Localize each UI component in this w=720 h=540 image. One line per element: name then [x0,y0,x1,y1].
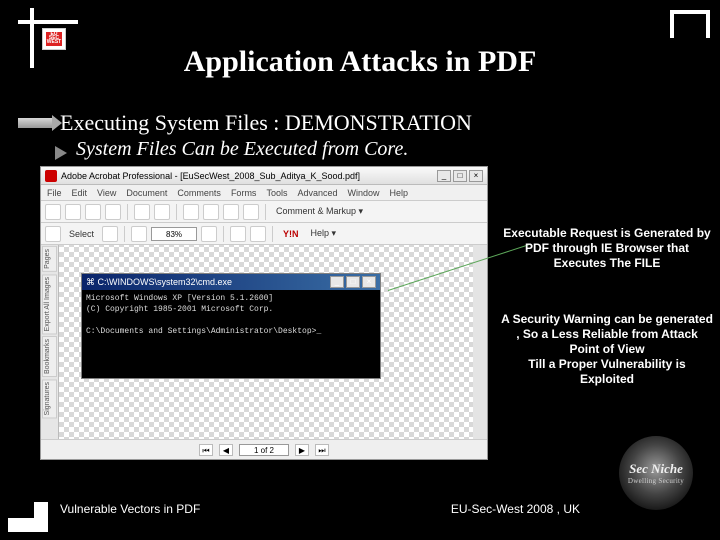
brand-name: Sec Niche [629,461,683,477]
nav-prev-icon[interactable]: ◀ [219,444,233,456]
bullet-arrow-icon [18,118,52,128]
eu-sec-west-badge-label: EU SEC WEST [46,32,62,46]
tb-select-tool[interactable]: Select [65,229,98,239]
callout-executable-request: Executable Request is Generated by PDF t… [500,226,714,271]
tb-mail-icon[interactable] [105,204,121,220]
tb-open-icon[interactable] [45,204,61,220]
tb-export-icon[interactable] [134,204,150,220]
menu-view[interactable]: View [97,188,116,198]
cmd-minimize-button[interactable]: _ [330,276,344,288]
acrobat-minimize-button[interactable]: _ [437,170,451,182]
corner-top-right-decor [670,10,710,38]
acrobat-toolbar1: Comment & Markup ▾ [41,201,487,223]
brand-tagline: Dwelling Security [628,477,684,485]
tb-print-icon[interactable] [65,204,81,220]
tb-separator [265,204,266,220]
subtitle-demonstration: Executing System Files : DEMONSTRATION [60,110,472,136]
sidetab-export[interactable]: Export All Images [42,274,57,334]
menu-document[interactable]: Document [126,188,167,198]
tb-combine-icon[interactable] [183,204,199,220]
cmd-maximize-button[interactable]: □ [346,276,360,288]
tb-comment-dropdown[interactable]: Comment & Markup ▾ [272,206,367,217]
sidetab-signatures[interactable]: Signatures [42,379,57,418]
tb-separator [127,204,128,220]
footer-left: Vulnerable Vectors in PDF [60,502,200,516]
acrobat-side-panel: Pages Export All Images Bookmarks Signat… [41,245,59,439]
acrobat-page-canvas: ⌘ C:\WINDOWS\system32\cmd.exe _ □ × Micr… [59,245,487,439]
tb-snapshot-icon[interactable] [102,226,118,242]
tb-secure-icon[interactable] [203,204,219,220]
tb-save-icon[interactable] [85,204,101,220]
menu-file[interactable]: File [47,188,62,198]
tb-separator [272,226,273,242]
tb-separator [124,226,125,242]
menu-help[interactable]: Help [390,188,409,198]
sec-niche-logo: Sec Niche Dwelling Security [606,436,706,510]
sidetab-pages[interactable]: Pages [42,246,57,272]
tb-fitpage-icon[interactable] [230,226,246,242]
cmd-line1: Microsoft Windows XP [Version 5.1.2600] [86,294,273,303]
tb-zoomin-icon[interactable] [201,226,217,242]
subtitle-systemfiles: System Files Can be Executed from Core. [76,138,408,161]
acrobat-menubar: File Edit View Document Comments Forms T… [41,185,487,201]
menu-edit[interactable]: Edit [72,188,88,198]
cmd-line2: (C) Copyright 1985-2001 Microsoft Corp. [86,305,273,314]
menu-forms[interactable]: Forms [231,188,257,198]
page-indicator[interactable]: 1 of 2 [239,444,289,456]
tb-search-icon[interactable] [154,204,170,220]
acrobat-maximize-button[interactable]: □ [453,170,467,182]
cmd-app-icon: ⌘ [86,277,95,287]
acrobat-close-button[interactable]: × [469,170,483,182]
tb-yn-icon[interactable]: Y!N [279,229,303,239]
menu-advanced[interactable]: Advanced [297,188,337,198]
menu-comments[interactable]: Comments [177,188,221,198]
cmd-window: ⌘ C:\WINDOWS\system32\cmd.exe _ □ × Micr… [81,273,381,379]
tb-hand-icon[interactable] [45,226,61,242]
acrobat-window: Adobe Acrobat Professional - [EuSecWest_… [40,166,488,460]
acrobat-titlebar: Adobe Acrobat Professional - [EuSecWest_… [41,167,487,185]
nav-next-icon[interactable]: ▶ [295,444,309,456]
tb-separator [176,204,177,220]
callout-security-warning: A Security Warning can be generated , So… [500,312,714,387]
acrobat-app-icon [45,170,57,182]
cmd-titlebar: ⌘ C:\WINDOWS\system32\cmd.exe _ □ × [82,274,380,290]
tb-fitwidth-icon[interactable] [250,226,266,242]
slide-title: Application Attacks in PDF [0,45,720,79]
tb-zoom-value[interactable]: 83% [151,227,197,241]
nav-last-icon[interactable]: ⏭ [315,444,329,456]
tb-sign-icon[interactable] [223,204,239,220]
tb-forms-icon[interactable] [243,204,259,220]
acrobat-document-area: Pages Export All Images Bookmarks Signat… [41,245,487,439]
footer-right: EU-Sec-West 2008 , UK [451,502,580,516]
tb-help-dropdown[interactable]: Help ▾ [307,228,341,239]
tb-zoomout-icon[interactable] [131,226,147,242]
sub-bullet-arrow-icon [55,146,67,160]
nav-first-icon[interactable]: ⏮ [199,444,213,456]
corner-bottom-left-decor [8,494,46,532]
menu-window[interactable]: Window [347,188,379,198]
cmd-prompt: C:\Documents and Settings\Administrator\… [86,327,321,336]
sidetab-bookmarks[interactable]: Bookmarks [42,336,57,377]
menu-tools[interactable]: Tools [266,188,287,198]
tb-separator [223,226,224,242]
acrobat-statusbar: ⏮ ◀ 1 of 2 ▶ ⏭ [41,439,487,459]
cmd-close-button[interactable]: × [362,276,376,288]
cmd-output: Microsoft Windows XP [Version 5.1.2600] … [82,290,380,340]
acrobat-window-title: Adobe Acrobat Professional - [EuSecWest_… [61,171,360,181]
acrobat-toolbar2: Select 83% Y!N Help ▾ [41,223,487,245]
cmd-title-text: C:\WINDOWS\system32\cmd.exe [98,277,233,287]
